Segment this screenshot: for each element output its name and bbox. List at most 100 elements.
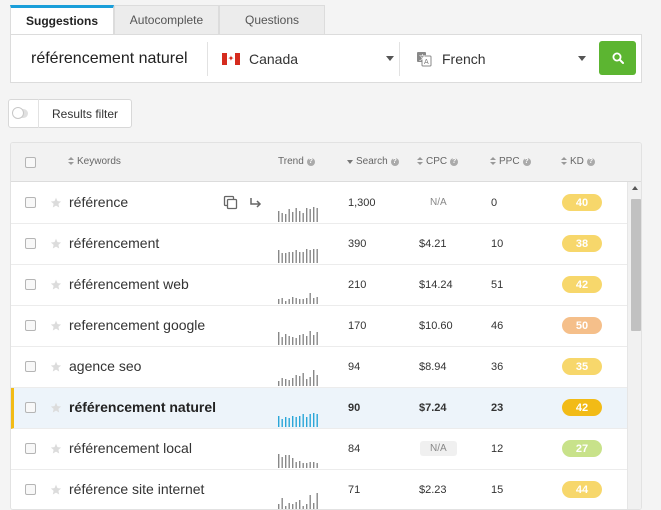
- trend-bar: [295, 250, 297, 263]
- trend-bar: [292, 337, 294, 345]
- trend-bar: [302, 373, 304, 386]
- trend-sparkline: [278, 331, 318, 345]
- table-row[interactable]: referencement google 170 $10.60 46 50: [11, 306, 627, 347]
- table-row[interactable]: référencement local 84 N/A 12 27: [11, 429, 627, 470]
- cpc-text: $4.21: [419, 238, 447, 250]
- kd-badge: 40: [562, 194, 602, 211]
- trend-bar: [295, 338, 297, 345]
- help-icon[interactable]: ?: [306, 157, 315, 166]
- trend-bar: [309, 250, 311, 263]
- table-row[interactable]: référencement web 210 $14.24 51 42: [11, 265, 627, 306]
- keyword-text[interactable]: référencement local: [69, 440, 192, 456]
- copy-icon[interactable]: [223, 195, 238, 210]
- trend-bar: [302, 299, 304, 304]
- svg-text:A: A: [424, 59, 429, 66]
- keyword-text[interactable]: référence: [69, 194, 128, 210]
- scroll-up-arrow-icon[interactable]: [632, 186, 638, 190]
- col-ppc[interactable]: PPC?: [490, 156, 531, 167]
- trend-bar: [309, 293, 311, 304]
- trend-bar: [295, 417, 297, 427]
- scrollbar[interactable]: [627, 182, 641, 509]
- table-row[interactable]: référencement 390 $4.21 10 38: [11, 224, 627, 265]
- ppc-value: 15: [491, 484, 504, 496]
- tab-questions[interactable]: Questions: [219, 5, 325, 34]
- trend-bar: [288, 209, 290, 222]
- trend-bar: [302, 414, 304, 427]
- star-icon[interactable]: [50, 196, 62, 208]
- trend-bar: [285, 417, 287, 427]
- ppc-value: 0: [491, 197, 498, 209]
- star-icon[interactable]: [50, 278, 62, 290]
- row-checkbox[interactable]: [25, 320, 36, 331]
- star-icon[interactable]: [50, 401, 62, 413]
- redirect-arrow-icon[interactable]: [248, 195, 263, 210]
- star-icon[interactable]: [50, 442, 62, 454]
- help-icon[interactable]: ?: [522, 157, 531, 166]
- search-volume: 210: [348, 279, 367, 291]
- col-keywords[interactable]: Keywords: [68, 156, 121, 167]
- help-icon[interactable]: ?: [450, 157, 459, 166]
- trend-bar: [299, 500, 301, 509]
- trend-bar: [316, 375, 318, 386]
- trend-bar: [309, 209, 311, 222]
- col-kd[interactable]: KD?: [561, 156, 595, 167]
- col-cpc[interactable]: CPC?: [417, 156, 459, 167]
- tab-suggestions[interactable]: Suggestions: [10, 5, 114, 34]
- cpc-value: $14.24: [419, 279, 453, 291]
- trend-bar: [292, 212, 294, 222]
- cpc-value: N/A: [420, 441, 457, 456]
- trend-bar: [285, 214, 287, 222]
- trend-bar: [316, 414, 318, 427]
- trend-bar: [292, 378, 294, 386]
- tab-autocomplete[interactable]: Autocomplete: [114, 5, 219, 34]
- row-checkbox[interactable]: [25, 197, 36, 208]
- country-select[interactable]: ✦ Canada: [208, 35, 398, 83]
- star-icon[interactable]: [50, 319, 62, 331]
- keyword-text[interactable]: référencement: [69, 235, 159, 251]
- row-checkbox[interactable]: [25, 484, 36, 495]
- search-icon: [612, 52, 624, 64]
- col-trend: Trend?: [278, 156, 315, 167]
- cpc-value: $4.21: [419, 238, 447, 250]
- row-checkbox[interactable]: [25, 238, 36, 249]
- keyword-text[interactable]: agence seo: [69, 358, 141, 374]
- keyword-text[interactable]: référencement naturel: [69, 399, 216, 415]
- country-label: Canada: [249, 51, 299, 67]
- scrollbar-thumb[interactable]: [631, 199, 641, 331]
- help-icon[interactable]: ?: [586, 157, 595, 166]
- trend-bar: [281, 253, 283, 263]
- language-select[interactable]: 文 A French: [400, 35, 590, 83]
- table-row[interactable]: agence seo 94 $8.94 36 35: [11, 347, 627, 388]
- trend-bar: [309, 414, 311, 427]
- search-bar: ✦ Canada 文 A French: [10, 34, 642, 83]
- row-checkbox[interactable]: [25, 361, 36, 372]
- keyword-text[interactable]: référence site internet: [69, 481, 204, 497]
- row-checkbox[interactable]: [25, 279, 36, 290]
- col-kd-label: KD: [570, 156, 584, 167]
- results-filter-button[interactable]: Results filter: [8, 99, 132, 128]
- select-all-checkbox[interactable]: [25, 157, 36, 168]
- star-icon[interactable]: [50, 483, 62, 495]
- table-row[interactable]: référence site internet 71 $2.23 15 44: [11, 470, 627, 509]
- trend-bar: [295, 375, 297, 386]
- help-icon[interactable]: ?: [390, 157, 399, 166]
- filter-toggle[interactable]: [12, 107, 28, 119]
- trend-sparkline: [278, 249, 318, 263]
- trend-bar: [288, 380, 290, 386]
- star-icon[interactable]: [50, 360, 62, 372]
- row-checkbox[interactable]: [25, 402, 36, 413]
- table-row[interactable]: référence 1,300 N/A 0 40: [11, 183, 627, 224]
- keyword-text[interactable]: referencement google: [69, 317, 205, 333]
- search-volume: 90: [348, 402, 361, 414]
- cpc-text: N/A: [420, 441, 457, 456]
- star-icon[interactable]: [50, 237, 62, 249]
- search-volume: 170: [348, 320, 367, 332]
- trend-bar: [278, 504, 280, 509]
- search-button[interactable]: [599, 41, 636, 75]
- keyword-input[interactable]: [11, 35, 207, 83]
- table-row[interactable]: référencement naturel 90 $7.24 23 42: [11, 388, 627, 429]
- row-checkbox[interactable]: [25, 443, 36, 454]
- keyword-text[interactable]: référencement web: [69, 276, 189, 292]
- search-volume: 1,300: [348, 197, 376, 209]
- col-search[interactable]: Search?: [347, 156, 399, 167]
